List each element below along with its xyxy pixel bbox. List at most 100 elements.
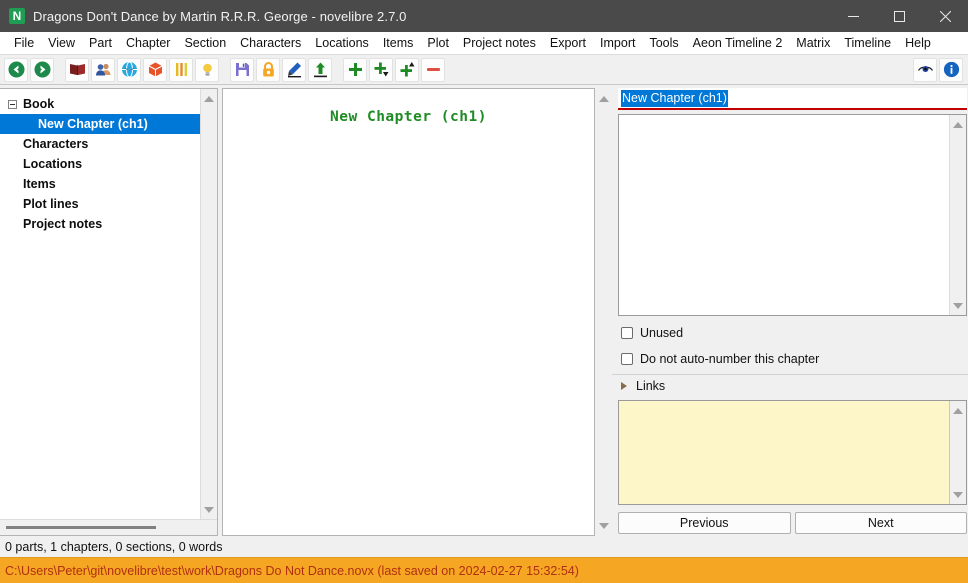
chapter-heading: New Chapter (ch1) — [330, 109, 487, 125]
book-icon — [69, 64, 85, 75]
forward-button[interactable] — [30, 57, 54, 82]
project-tree[interactable]: Book New Chapter (ch1) Characters Locati… — [0, 89, 200, 519]
tree-horizontal-scrollbar[interactable] — [0, 519, 217, 535]
scroll-up-button[interactable] — [951, 117, 966, 132]
add-parent-button[interactable] — [395, 57, 419, 82]
characters-view-button[interactable] — [91, 57, 115, 82]
menu-aeon-timeline-2[interactable]: Aeon Timeline 2 — [686, 34, 790, 53]
book-view-button[interactable] — [65, 57, 89, 82]
scroll-down-button[interactable] — [951, 487, 966, 502]
chevron-up-icon — [598, 95, 609, 102]
locations-view-button[interactable] — [117, 57, 141, 82]
tree-item-book[interactable]: Book — [0, 94, 200, 114]
menu-tools[interactable]: Tools — [642, 34, 685, 53]
menu-part[interactable]: Part — [82, 34, 119, 53]
title-input[interactable]: New Chapter (ch1) — [618, 88, 967, 110]
scroll-down-button[interactable] — [951, 298, 966, 313]
menu-bar: File View Part Chapter Section Character… — [0, 32, 968, 55]
menu-locations[interactable]: Locations — [308, 34, 376, 53]
tree-item-project-notes[interactable]: Project notes — [0, 214, 200, 234]
scrollbar-thumb[interactable] — [6, 526, 156, 529]
edit-button[interactable] — [282, 57, 306, 82]
add-element-button[interactable] — [343, 57, 367, 82]
items-view-button[interactable] — [143, 57, 167, 82]
maximize-button[interactable] — [876, 0, 922, 32]
add-child-button[interactable] — [369, 57, 393, 82]
file-path-text: C:\Users\Peter\git\novelibre\test\work\D… — [5, 563, 579, 578]
close-button[interactable] — [922, 0, 968, 32]
save-icon — [235, 63, 249, 76]
menu-timeline[interactable]: Timeline — [837, 34, 898, 53]
tree-item-label: Plot lines — [23, 197, 79, 211]
tree-item-new-chapter[interactable]: New Chapter (ch1) — [0, 114, 200, 134]
unused-checkbox-row[interactable]: Unused — [612, 322, 968, 343]
document-panel: New Chapter (ch1) — [222, 88, 595, 536]
remove-element-button[interactable] — [421, 57, 445, 82]
menu-export[interactable]: Export — [543, 34, 593, 53]
file-path-bar: C:\Users\Peter\git\novelibre\test\work\D… — [0, 557, 968, 583]
menu-chapter[interactable]: Chapter — [119, 34, 177, 53]
next-button[interactable]: Next — [794, 512, 967, 534]
scroll-down-button[interactable] — [202, 502, 217, 517]
remove-icon — [426, 68, 440, 71]
scroll-up-button[interactable] — [202, 91, 217, 106]
tree-item-label: New Chapter (ch1) — [38, 117, 148, 131]
lock-button[interactable] — [256, 57, 280, 82]
tree-item-label: Characters — [23, 137, 89, 151]
menu-help[interactable]: Help — [898, 34, 938, 53]
tree-item-items[interactable]: Items — [0, 174, 200, 194]
description-textarea[interactable] — [619, 115, 949, 315]
menu-plot[interactable]: Plot — [420, 34, 456, 53]
tree-item-label: Book — [23, 97, 55, 111]
chevron-down-icon — [953, 491, 963, 498]
characters-icon — [95, 63, 110, 76]
app-icon: N — [9, 8, 25, 24]
document-vertical-scrollbar[interactable] — [595, 88, 612, 536]
back-button[interactable] — [4, 57, 28, 82]
tree-item-plot-lines[interactable]: Plot lines — [0, 194, 200, 214]
plotlines-view-button[interactable] — [169, 57, 193, 82]
no-auto-number-checkbox[interactable] — [621, 352, 633, 365]
notes-vertical-scrollbar[interactable] — [949, 401, 966, 504]
export-button[interactable] — [308, 57, 332, 82]
chevron-right-icon[interactable] — [621, 381, 627, 390]
pencil-icon — [287, 62, 301, 78]
unused-checkbox[interactable] — [621, 326, 633, 339]
minimize-button[interactable] — [830, 0, 876, 32]
menu-matrix[interactable]: Matrix — [789, 34, 837, 53]
tree-item-characters[interactable]: Characters — [0, 134, 200, 154]
add-child-icon — [374, 62, 388, 77]
notes-box — [618, 400, 967, 505]
scroll-up-button[interactable] — [951, 403, 966, 418]
status-bar: 0 parts, 1 chapters, 0 sections, 0 words — [0, 536, 968, 557]
scroll-down-button[interactable] — [596, 518, 611, 533]
menu-project-notes[interactable]: Project notes — [456, 34, 543, 53]
window-controls — [830, 0, 968, 32]
info-button[interactable] — [939, 57, 963, 82]
links-section-header[interactable]: Links — [612, 374, 968, 396]
description-vertical-scrollbar[interactable] — [949, 115, 966, 315]
chevron-up-icon — [204, 95, 214, 102]
document-view[interactable]: New Chapter (ch1) — [223, 89, 594, 535]
previous-button[interactable]: Previous — [618, 512, 791, 534]
tree-vertical-scrollbar[interactable] — [200, 89, 217, 519]
no-auto-number-checkbox-label: Do not auto-number this chapter — [640, 351, 820, 366]
chevron-up-icon — [953, 407, 963, 414]
project-notes-view-button[interactable] — [195, 57, 219, 82]
scroll-up-button[interactable] — [596, 91, 611, 106]
notes-textarea[interactable] — [619, 401, 949, 504]
title-bar: N Dragons Don't Dance by Martin R.R.R. G… — [0, 0, 968, 32]
navigation-buttons: Previous Next — [612, 510, 968, 536]
expand-collapse-icon[interactable] — [8, 99, 17, 109]
menu-section[interactable]: Section — [177, 34, 233, 53]
no-auto-number-checkbox-row[interactable]: Do not auto-number this chapter — [612, 348, 968, 369]
toggle-view-button[interactable] — [913, 57, 937, 82]
menu-items[interactable]: Items — [376, 34, 421, 53]
tree-item-locations[interactable]: Locations — [0, 154, 200, 174]
menu-file[interactable]: File — [7, 34, 41, 53]
save-button[interactable] — [230, 57, 254, 82]
menu-import[interactable]: Import — [593, 34, 642, 53]
menu-characters[interactable]: Characters — [233, 34, 308, 53]
menu-view[interactable]: View — [41, 34, 82, 53]
project-tree-panel: Book New Chapter (ch1) Characters Locati… — [0, 88, 218, 536]
